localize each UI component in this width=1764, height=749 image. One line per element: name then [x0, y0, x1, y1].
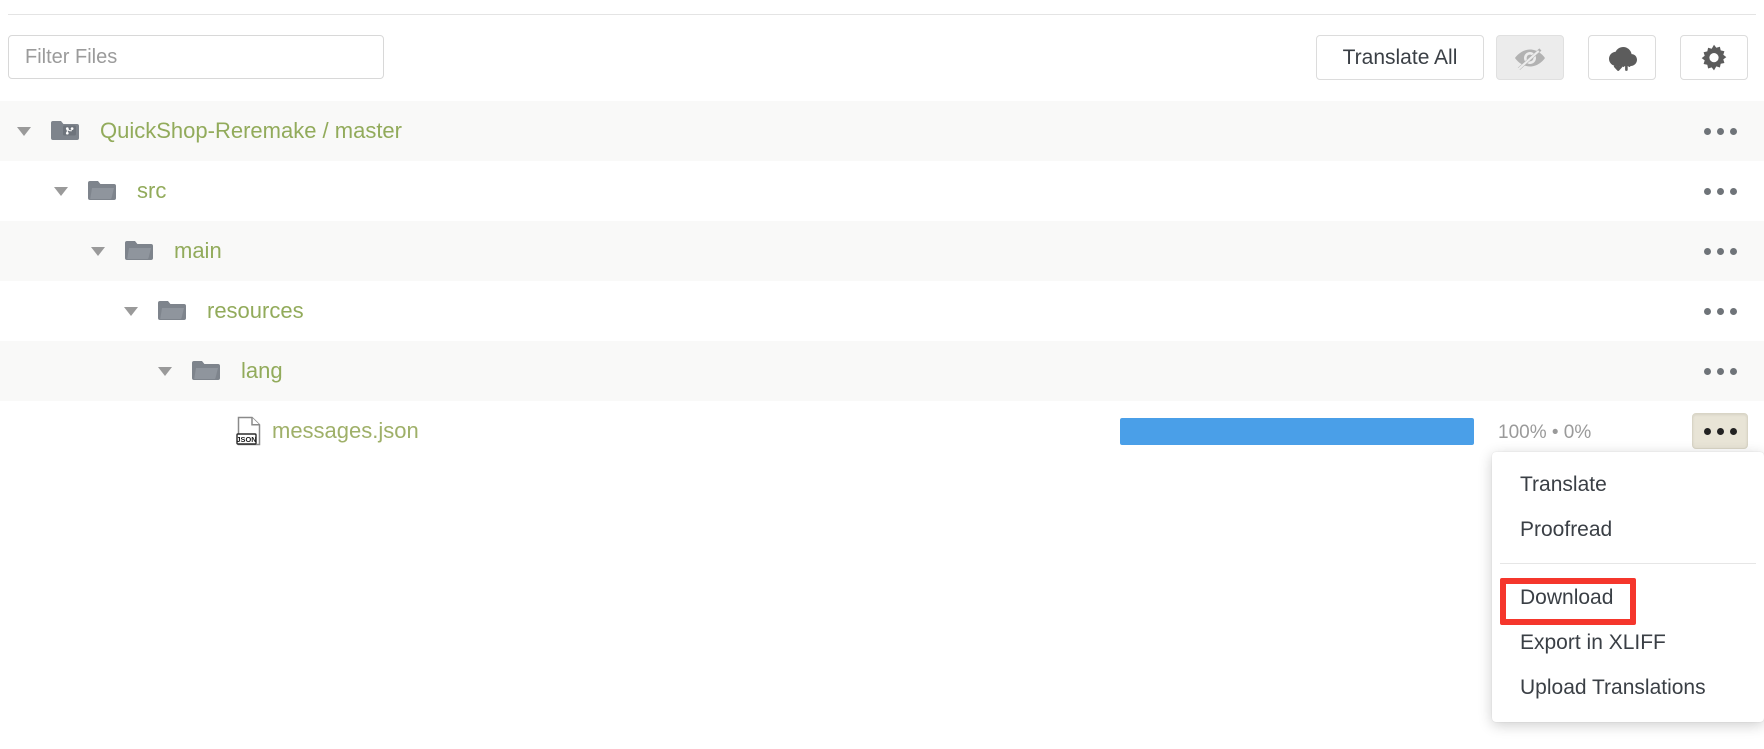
- settings-button[interactable]: [1680, 35, 1748, 80]
- json-file-icon: JSON: [234, 401, 264, 461]
- tree-row-main[interactable]: main: [0, 221, 1764, 281]
- caret-toggle-repo[interactable]: [14, 101, 34, 161]
- tree-row-lang[interactable]: lang: [0, 341, 1764, 401]
- row-actions-button-main[interactable]: [1692, 233, 1748, 269]
- filter-files-input[interactable]: [8, 35, 384, 79]
- menu-item-proofread[interactable]: Proofread: [1492, 507, 1764, 552]
- translation-progress-bar: [1120, 418, 1474, 445]
- menu-item-upload-translations[interactable]: Upload Translations: [1492, 665, 1764, 710]
- cloud-sync-icon: [1606, 44, 1638, 72]
- tree-label-resources[interactable]: resources: [207, 300, 304, 322]
- menu-divider: [1500, 563, 1756, 564]
- menu-item-export-xliff[interactable]: Export in XLIFF: [1492, 620, 1764, 665]
- row-actions-button-messages-json[interactable]: [1692, 413, 1748, 449]
- translation-progress-fill: [1120, 418, 1474, 445]
- sync-translations-button[interactable]: [1588, 35, 1656, 80]
- caret-toggle-resources[interactable]: [121, 281, 141, 341]
- svg-text:JSON: JSON: [236, 435, 256, 444]
- file-tree-page: Translate All: [0, 0, 1764, 749]
- translation-progress-text: 100% • 0%: [1498, 422, 1592, 443]
- row-actions-button-src[interactable]: [1692, 173, 1748, 209]
- tree-label-main[interactable]: main: [174, 240, 222, 262]
- menu-item-translate[interactable]: Translate: [1492, 462, 1764, 507]
- caret-toggle-lang[interactable]: [155, 341, 175, 401]
- folder-icon: [191, 341, 221, 401]
- tree-row-repo[interactable]: QuickShop-Reremake / master: [0, 101, 1764, 161]
- toolbar: Translate All: [0, 15, 1764, 93]
- row-actions-button-resources[interactable]: [1692, 293, 1748, 329]
- tree-label-messages-json[interactable]: messages.json: [272, 420, 419, 442]
- tree-label-src[interactable]: src: [137, 180, 166, 202]
- row-context-menu: Translate Proofread Download Export in X…: [1492, 452, 1764, 722]
- row-actions-button-repo[interactable]: [1692, 113, 1748, 149]
- folder-icon: [157, 281, 187, 341]
- tree-label-repo[interactable]: QuickShop-Reremake / master: [100, 120, 402, 142]
- file-tree: QuickShop-Reremake / master src main res…: [0, 101, 1764, 461]
- gear-icon: [1700, 44, 1728, 72]
- caret-toggle-main[interactable]: [88, 221, 108, 281]
- row-actions-button-lang[interactable]: [1692, 353, 1748, 389]
- folder-icon: [124, 221, 154, 281]
- eye-slash-icon: [1514, 45, 1546, 71]
- folder-branch-icon: [50, 101, 80, 161]
- tree-label-lang[interactable]: lang: [241, 360, 283, 382]
- tree-row-resources[interactable]: resources: [0, 281, 1764, 341]
- caret-toggle-src[interactable]: [51, 161, 71, 221]
- translate-all-button[interactable]: Translate All: [1316, 35, 1484, 80]
- tree-row-src[interactable]: src: [0, 161, 1764, 221]
- toggle-hide-button[interactable]: [1496, 35, 1564, 80]
- folder-icon: [87, 161, 117, 221]
- menu-item-download[interactable]: Download: [1492, 575, 1764, 620]
- translate-all-label: Translate All: [1342, 45, 1458, 69]
